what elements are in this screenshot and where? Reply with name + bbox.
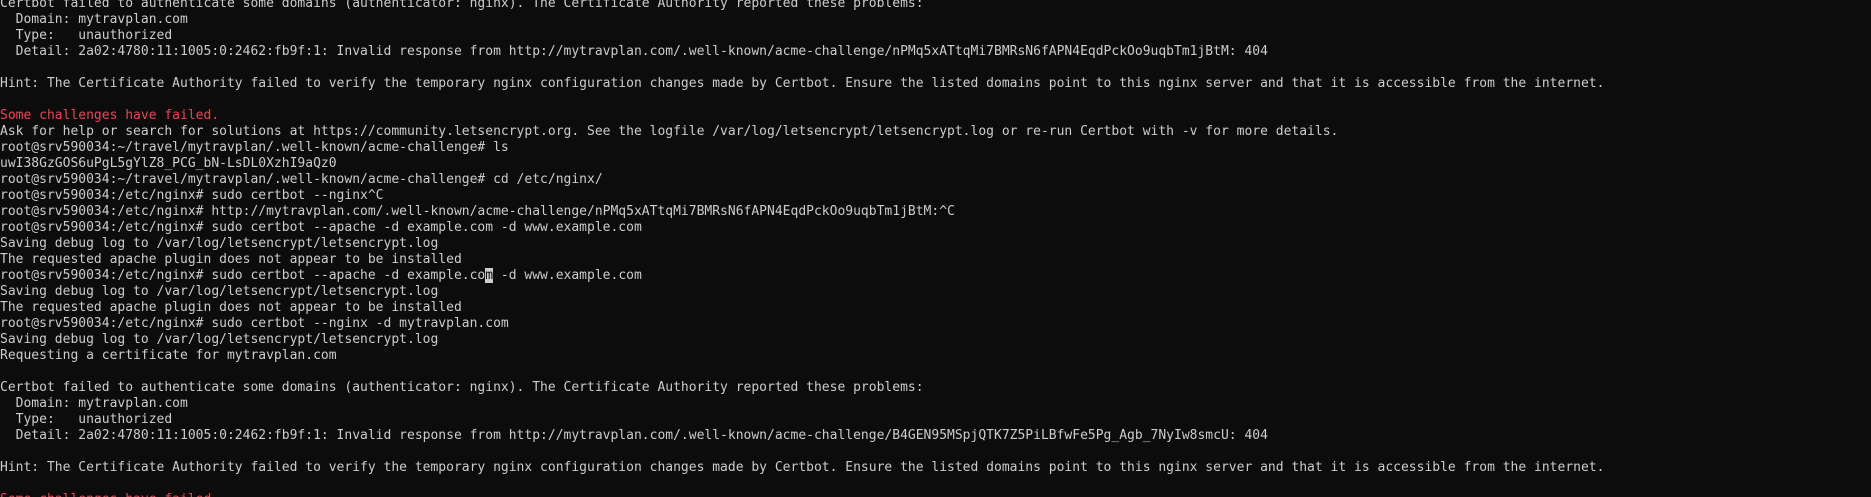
terminal-output-line: Saving debug log to /var/log/letsencrypt…	[0, 236, 439, 251]
terminal-command-line: root@srv590034:/etc/nginx# sudo certbot …	[0, 220, 642, 235]
terminal-window[interactable]: Certbot failed to authenticate some doma…	[0, 0, 1871, 497]
terminal-output-line: uwI38GzGOS6uPgL5gYlZ8_PCG_bN-LsDL0XzhI9a…	[0, 156, 337, 171]
terminal-command-line: root@srv590034:~/travel/mytravplan/.well…	[0, 172, 603, 187]
terminal-output-line: Saving debug log to /var/log/letsencrypt…	[0, 284, 439, 299]
terminal-command-line: root@srv590034:/etc/nginx# sudo certbot …	[0, 316, 509, 331]
terminal-command-line: root@srv590034:/etc/nginx# sudo certbot …	[0, 188, 384, 203]
terminal-command-line: root@srv590034:~/travel/mytravplan/.well…	[0, 140, 509, 155]
line-text-before-cursor: root@srv590034:/etc/nginx# sudo certbot …	[0, 268, 486, 283]
terminal-output-line: Hint: The Certificate Authority failed t…	[0, 76, 1605, 91]
terminal-error-line: Some challenges have failed.	[0, 492, 1871, 497]
terminal-output-line: Certbot failed to authenticate some doma…	[0, 380, 924, 395]
terminal-output-line: Domain: mytravplan.com	[0, 12, 188, 27]
terminal-command-line: root@srv590034:/etc/nginx# sudo certbot …	[0, 268, 1871, 284]
terminal-output[interactable]: Certbot failed to authenticate some doma…	[0, 0, 1871, 497]
terminal-output-line: Detail: 2a02:4780:11:1005:0:2462:fb9f:1:…	[0, 44, 1268, 59]
terminal-command-line: root@srv590034:/etc/nginx# http://mytrav…	[0, 204, 955, 219]
line-text-after-cursor: -d www.example.com	[493, 268, 642, 283]
terminal-output-line: Type: unauthorized	[0, 28, 173, 43]
terminal-output-line: Saving debug log to /var/log/letsencrypt…	[0, 332, 439, 347]
terminal-output-line: The requested apache plugin does not app…	[0, 252, 462, 267]
terminal-error-line: Some challenges have failed.	[0, 108, 220, 123]
text-cursor: m	[485, 268, 494, 283]
terminal-output-line: The requested apache plugin does not app…	[0, 300, 462, 315]
terminal-output-line: Hint: The Certificate Authority failed t…	[0, 460, 1605, 475]
terminal-output-line: Type: unauthorized	[0, 412, 173, 427]
terminal-output-line: Requesting a certificate for mytravplan.…	[0, 348, 337, 363]
terminal-output-line: Domain: mytravplan.com	[0, 396, 188, 411]
terminal-output-line: Detail: 2a02:4780:11:1005:0:2462:fb9f:1:…	[0, 428, 1268, 443]
terminal-output-line: Certbot failed to authenticate some doma…	[0, 0, 924, 11]
terminal-output-line: Ask for help or search for solutions at …	[0, 124, 1339, 139]
